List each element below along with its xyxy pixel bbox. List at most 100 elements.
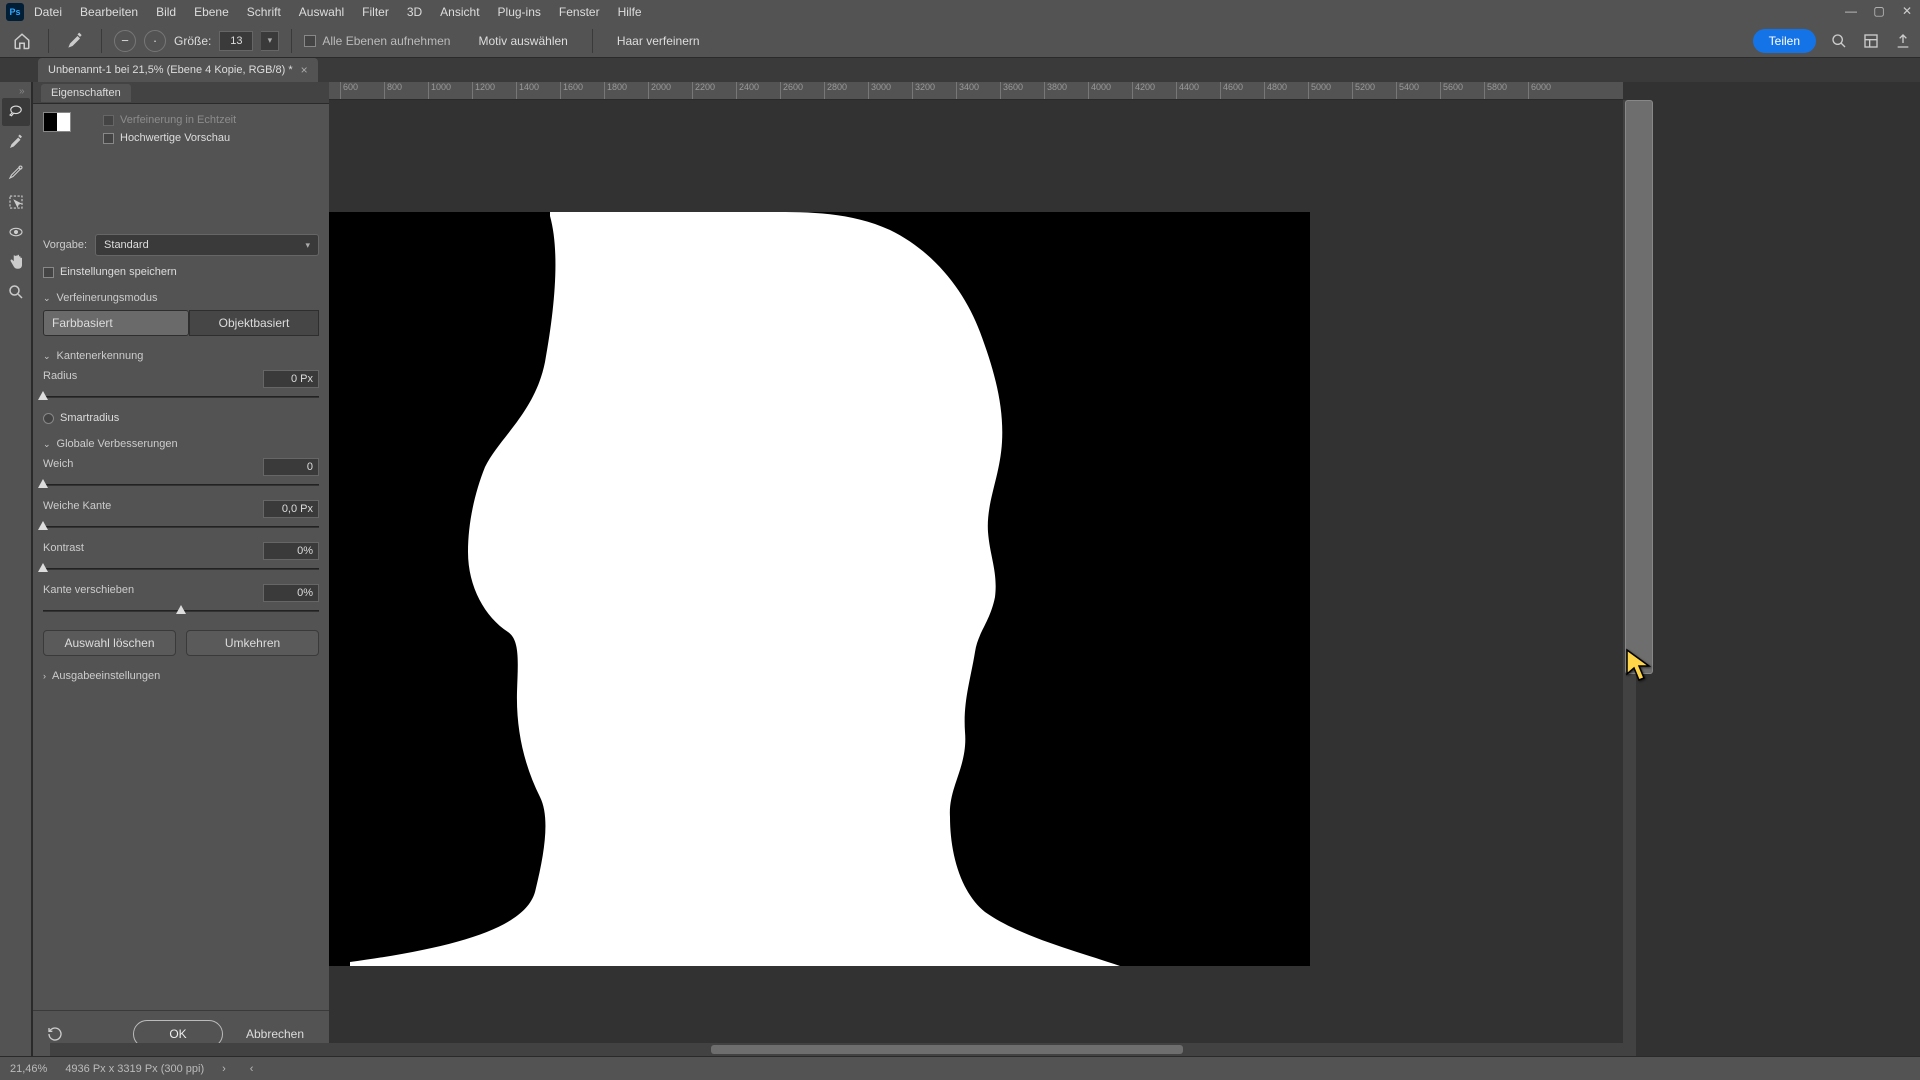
menu-file[interactable]: Datei xyxy=(26,2,70,22)
remember-settings-checkbox[interactable]: Einstellungen speichern xyxy=(43,266,319,278)
document-canvas[interactable] xyxy=(250,212,1310,966)
smart-radius-checkbox[interactable]: Smartradius xyxy=(43,412,319,424)
status-chevron-right-icon[interactable]: › xyxy=(222,1063,226,1075)
toolbar-expand-icon[interactable]: » xyxy=(19,86,29,96)
view-mode-thumbnail[interactable] xyxy=(43,112,71,132)
menu-window[interactable]: Fenster xyxy=(551,2,608,22)
horizontal-scrollbar[interactable] xyxy=(50,1043,1623,1056)
mask-preview xyxy=(250,212,1310,966)
preset-label: Vorgabe: xyxy=(43,239,87,251)
ruler-tick: 2400 xyxy=(736,82,759,100)
slider-track[interactable] xyxy=(43,562,319,576)
panel-tab-properties[interactable]: Eigenschaften xyxy=(41,84,131,102)
mode-object-button[interactable]: Objektbasiert xyxy=(189,310,319,336)
ruler-tick: 1400 xyxy=(516,82,539,100)
menu-edit[interactable]: Bearbeiten xyxy=(72,2,146,22)
preset-value: Standard xyxy=(104,239,149,251)
decrease-size-button[interactable]: − xyxy=(114,30,136,52)
menu-help[interactable]: Hilfe xyxy=(610,2,650,22)
feather-value[interactable] xyxy=(263,500,319,518)
realtime-refine-checkbox: Verfeinerung in Echtzeit xyxy=(103,114,319,126)
section-edge-detection[interactable]: ⌄ Kantenerkennung xyxy=(43,350,319,362)
slider-track[interactable] xyxy=(43,520,319,534)
tool-zoom[interactable] xyxy=(2,278,30,306)
contrast-slider: Kontrast xyxy=(43,542,319,576)
ruler-tick: 1800 xyxy=(604,82,627,100)
app-logo: Ps xyxy=(6,3,24,21)
menu-filter[interactable]: Filter xyxy=(354,2,397,22)
hq-preview-checkbox[interactable]: Hochwertige Vorschau xyxy=(103,132,319,144)
menu-type[interactable]: Schrift xyxy=(239,2,289,22)
section-title: Verfeinerungsmodus xyxy=(57,292,158,304)
properties-panel: Eigenschaften Verfeinerung in Echtzeit H… xyxy=(32,82,329,1056)
tool-hand[interactable] xyxy=(2,248,30,276)
invert-button[interactable]: Umkehren xyxy=(186,630,319,656)
home-button[interactable] xyxy=(8,27,36,55)
preset-row: Vorgabe: Standard ▾ xyxy=(43,234,319,256)
contrast-label: Kontrast xyxy=(43,542,84,560)
tool-crop[interactable] xyxy=(2,218,30,246)
menu-3d[interactable]: 3D xyxy=(399,2,430,22)
scrollbar-thumb[interactable] xyxy=(711,1045,1183,1054)
menu-layer[interactable]: Ebene xyxy=(186,2,237,22)
checkbox-icon xyxy=(43,413,54,424)
smooth-slider: Weich xyxy=(43,458,319,492)
workspace-icon[interactable] xyxy=(1862,32,1880,50)
size-dropdown[interactable]: ▾ xyxy=(261,31,279,51)
scrollbar-thumb[interactable] xyxy=(1625,100,1653,674)
size-label: Größe: xyxy=(174,34,211,48)
sample-all-layers-checkbox[interactable]: Alle Ebenen aufnehmen xyxy=(304,34,450,48)
shift-edge-value[interactable] xyxy=(263,584,319,602)
select-subject-button[interactable]: Motiv auswählen xyxy=(466,30,579,52)
checkbox-icon xyxy=(103,133,114,144)
panel-tab-bar: Eigenschaften xyxy=(33,82,329,104)
minimize-button[interactable]: — xyxy=(1842,2,1860,20)
slider-track[interactable] xyxy=(43,478,319,492)
document-tab[interactable]: Unbenannt-1 bei 21,5% (Ebene 4 Kopie, RG… xyxy=(38,58,318,82)
status-zoom[interactable]: 21,46% xyxy=(10,1063,47,1075)
close-tab-icon[interactable]: × xyxy=(301,63,308,77)
smart-radius-label: Smartradius xyxy=(60,412,119,424)
slider-track[interactable] xyxy=(43,604,319,618)
mode-color-button[interactable]: Farbbasiert xyxy=(43,310,189,336)
chevron-right-icon: › xyxy=(43,671,46,681)
menu-select[interactable]: Auswahl xyxy=(291,2,352,22)
status-dimensions[interactable]: 4936 Px x 3319 Px (300 ppi) xyxy=(65,1063,204,1075)
divider xyxy=(291,29,292,53)
tool-refine-brush[interactable] xyxy=(2,158,30,186)
tool-object-select[interactable] xyxy=(2,188,30,216)
radius-value[interactable] xyxy=(263,370,319,388)
size-input[interactable] xyxy=(219,31,253,51)
export-icon[interactable] xyxy=(1894,32,1912,50)
status-chevron-left-icon[interactable]: ‹ xyxy=(250,1063,254,1075)
preset-select[interactable]: Standard ▾ xyxy=(95,234,319,256)
checkbox-icon xyxy=(304,35,316,47)
section-global-refinements[interactable]: ⌄ Globale Verbesserungen xyxy=(43,438,319,450)
ruler-tick: 6000 xyxy=(1528,82,1551,100)
refine-hair-button[interactable]: Haar verfeinern xyxy=(605,30,712,52)
section-refine-mode[interactable]: ⌄ Verfeinerungsmodus xyxy=(43,292,319,304)
menu-plugins[interactable]: Plug-ins xyxy=(490,2,549,22)
contrast-value[interactable] xyxy=(263,542,319,560)
smooth-value[interactable] xyxy=(263,458,319,476)
close-button[interactable]: ✕ xyxy=(1898,2,1916,20)
ruler-tick: 3000 xyxy=(868,82,891,100)
increase-size-button[interactable]: · xyxy=(144,30,166,52)
section-output-settings[interactable]: › Ausgabeeinstellungen xyxy=(43,670,319,682)
ruler-tick: 2800 xyxy=(824,82,847,100)
maximize-button[interactable]: ▢ xyxy=(1870,2,1888,20)
reset-button[interactable] xyxy=(45,1024,65,1044)
search-icon[interactable] xyxy=(1830,32,1848,50)
menu-image[interactable]: Bild xyxy=(148,2,184,22)
current-tool-icon[interactable] xyxy=(61,27,89,55)
menu-view[interactable]: Ansicht xyxy=(432,2,487,22)
tool-lasso[interactable] xyxy=(2,98,30,126)
options-bar: − · Größe: ▾ Alle Ebenen aufnehmen Motiv… xyxy=(0,24,1920,58)
clear-selection-button[interactable]: Auswahl löschen xyxy=(43,630,176,656)
share-button[interactable]: Teilen xyxy=(1753,29,1816,53)
vertical-scrollbar[interactable] xyxy=(1623,100,1636,1056)
tool-brush[interactable] xyxy=(2,128,30,156)
chevron-down-icon: ⌄ xyxy=(43,439,51,450)
hq-preview-label: Hochwertige Vorschau xyxy=(120,132,230,144)
slider-track[interactable] xyxy=(43,390,319,404)
